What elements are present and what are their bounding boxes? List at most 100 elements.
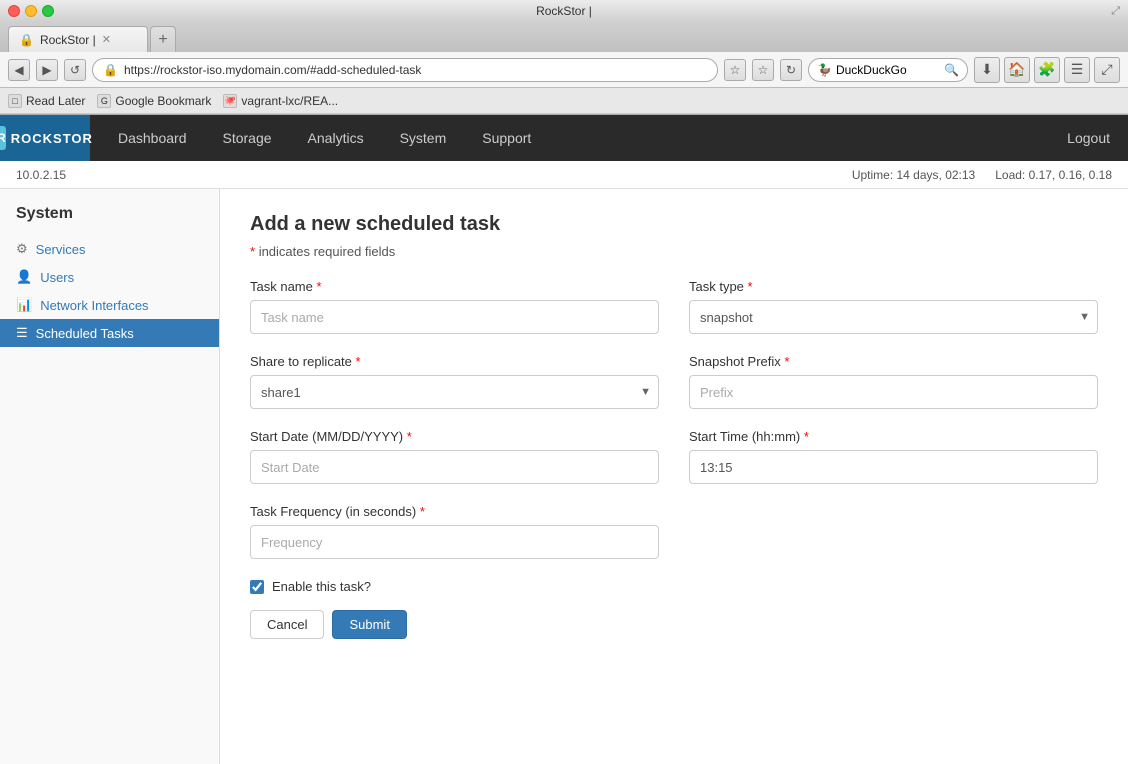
tab-title: RockStor | xyxy=(40,33,96,47)
bookmark-vagrant[interactable]: 🐙 vagrant-lxc/REA... xyxy=(223,94,338,108)
logo-icon: R xyxy=(0,126,6,150)
duckduckgo-icon: 🦆 xyxy=(817,63,832,77)
enable-checkbox-row: Enable this task? xyxy=(250,579,1098,594)
vagrant-icon: 🐙 xyxy=(223,94,237,108)
extensions-icon[interactable]: 🧩 xyxy=(1034,57,1060,83)
share-select-wrapper: share1 share2 share3 ▼ xyxy=(250,375,659,409)
uptime-load: Uptime: 14 days, 02:13 Load: 0.17, 0.16,… xyxy=(852,168,1112,182)
uptime-label: Uptime: 14 days, 02:13 xyxy=(852,168,975,182)
scheduled-tasks-icon: ☰ xyxy=(16,325,28,341)
forward-button[interactable]: ▶ xyxy=(36,59,58,81)
required-asterisk: * xyxy=(250,244,255,259)
share-select[interactable]: share1 share2 share3 xyxy=(250,375,659,409)
task-type-group: Task type * snapshot scrub replication ▼ xyxy=(689,279,1098,334)
share-label: Share to replicate * xyxy=(250,354,659,369)
sidebar-network-label: Network Interfaces xyxy=(40,298,148,313)
ip-address: 10.0.2.15 xyxy=(16,168,66,182)
enable-label[interactable]: Enable this task? xyxy=(272,579,371,594)
sidebar-users-label: Users xyxy=(40,270,74,285)
task-name-group: Task name * xyxy=(250,279,659,334)
main-content: Add a new scheduled task * indicates req… xyxy=(220,189,1128,764)
network-icon: 📊 xyxy=(16,297,32,313)
services-icon: ⚙ xyxy=(16,241,28,257)
url-text: https://rockstor-iso.mydomain.com/#add-s… xyxy=(124,63,421,77)
task-type-required: * xyxy=(748,279,753,294)
share-group: Share to replicate * share1 share2 share… xyxy=(250,354,659,409)
url-bar[interactable]: 🔒 https://rockstor-iso.mydomain.com/#add… xyxy=(92,58,718,82)
form-buttons: Cancel Submit xyxy=(250,610,1098,639)
sidebar-item-network-interfaces[interactable]: 📊 Network Interfaces xyxy=(0,291,219,319)
start-date-input[interactable] xyxy=(250,450,659,484)
sidebar-heading: System xyxy=(0,205,219,235)
start-date-label: Start Date (MM/DD/YYYY) * xyxy=(250,429,659,444)
users-icon: 👤 xyxy=(16,269,32,285)
lock-icon: 🔒 xyxy=(103,63,118,77)
nav-analytics[interactable]: Analytics xyxy=(290,115,382,161)
submit-button[interactable]: Submit xyxy=(332,610,406,639)
sidebar-item-scheduled-tasks[interactable]: ☰ Scheduled Tasks xyxy=(0,319,219,347)
download-icon[interactable]: ⬇ xyxy=(974,57,1000,83)
bookmark-vagrant-label: vagrant-lxc/REA... xyxy=(241,94,338,108)
new-tab-button[interactable]: + xyxy=(150,26,176,52)
read-later-icon: □ xyxy=(8,94,22,108)
task-name-label: Task name * xyxy=(250,279,659,294)
start-time-required: * xyxy=(804,429,809,444)
start-date-required: * xyxy=(407,429,412,444)
home-icon[interactable]: 🏠 xyxy=(1004,57,1030,83)
traffic-light-minimize[interactable] xyxy=(25,5,37,17)
start-time-input[interactable] xyxy=(689,450,1098,484)
logo-text: ROCKSTOR xyxy=(11,131,93,146)
sidebar-item-services[interactable]: ⚙ Services xyxy=(0,235,219,263)
nav-dashboard[interactable]: Dashboard xyxy=(100,115,205,161)
traffic-light-fullscreen[interactable] xyxy=(42,5,54,17)
bookmark-read-later[interactable]: □ Read Later xyxy=(8,94,85,108)
nav-storage[interactable]: Storage xyxy=(205,115,290,161)
bookmark-google[interactable]: G Google Bookmark xyxy=(97,94,211,108)
sidebar-scheduled-tasks-label: Scheduled Tasks xyxy=(36,326,134,341)
task-name-input[interactable] xyxy=(250,300,659,334)
enable-checkbox[interactable] xyxy=(250,580,264,594)
search-icon: 🔍 xyxy=(944,63,959,77)
snapshot-prefix-input[interactable] xyxy=(689,375,1098,409)
form-grid: Task name * Task type * snapshot scrub r… xyxy=(250,279,1098,559)
snapshot-prefix-group: Snapshot Prefix * xyxy=(689,354,1098,409)
nav-system[interactable]: System xyxy=(382,115,465,161)
tab-close-icon[interactable]: ✕ xyxy=(102,33,111,46)
app-header: R ROCKSTOR Dashboard Storage Analytics S… xyxy=(0,115,1128,161)
task-type-select-wrapper: snapshot scrub replication ▼ xyxy=(689,300,1098,334)
search-placeholder: DuckDuckGo xyxy=(836,63,907,77)
back-button[interactable]: ◀ xyxy=(8,59,30,81)
fullscreen-icon[interactable]: ⤢ xyxy=(1094,57,1120,83)
status-bar: 10.0.2.15 Uptime: 14 days, 02:13 Load: 0… xyxy=(0,161,1128,189)
bookmark-list-icon[interactable]: ☆ xyxy=(752,59,774,81)
traffic-light-close[interactable] xyxy=(8,5,20,17)
frequency-input[interactable] xyxy=(250,525,659,559)
share-required: * xyxy=(356,354,361,369)
sidebar: System ⚙ Services 👤 Users 📊 Network Inte… xyxy=(0,189,220,764)
refresh-button[interactable]: ↻ xyxy=(780,59,802,81)
menu-icon[interactable]: ☰ xyxy=(1064,57,1090,83)
browser-action-buttons: ⬇ 🏠 🧩 ☰ ⤢ xyxy=(974,57,1120,83)
traffic-lights xyxy=(8,5,54,17)
logout-button[interactable]: Logout xyxy=(1049,115,1128,161)
nav-support[interactable]: Support xyxy=(464,115,549,161)
sidebar-item-users[interactable]: 👤 Users xyxy=(0,263,219,291)
task-type-label: Task type * xyxy=(689,279,1098,294)
sidebar-services-label: Services xyxy=(36,242,86,257)
browser-addressbar: ◀ ▶ ↺ 🔒 https://rockstor-iso.mydomain.co… xyxy=(0,52,1128,88)
start-time-group: Start Time (hh:mm) * xyxy=(689,429,1098,484)
start-date-group: Start Date (MM/DD/YYYY) * xyxy=(250,429,659,484)
bookmark-google-label: Google Bookmark xyxy=(115,94,211,108)
start-time-label: Start Time (hh:mm) * xyxy=(689,429,1098,444)
cancel-button[interactable]: Cancel xyxy=(250,610,324,639)
app-nav-right: Logout xyxy=(1049,115,1128,161)
task-name-required: * xyxy=(317,279,322,294)
browser-expand-icon[interactable]: ⤢ xyxy=(1111,5,1120,18)
task-type-select[interactable]: snapshot scrub replication xyxy=(689,300,1098,334)
reload-button[interactable]: ↺ xyxy=(64,59,86,81)
browser-title: RockStor | xyxy=(536,4,592,18)
frequency-required: * xyxy=(420,504,425,519)
browser-tab-active[interactable]: 🔒 RockStor | ✕ xyxy=(8,26,148,52)
search-box[interactable]: 🦆 DuckDuckGo 🔍 xyxy=(808,58,968,82)
bookmark-star-icon[interactable]: ☆ xyxy=(724,59,746,81)
